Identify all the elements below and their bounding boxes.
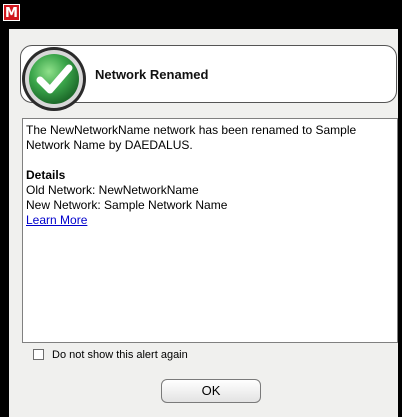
window-right-border — [398, 29, 402, 417]
details-heading: Details — [26, 168, 66, 182]
app-logo-icon: M — [3, 4, 20, 21]
new-network-line: New Network: Sample Network Name — [26, 198, 228, 212]
alert-window: M Network Renamed The NewNetworkName net… — [0, 0, 402, 417]
dont-show-label[interactable]: Do not show this alert again — [52, 348, 188, 362]
message-body: The NewNetworkName network has been rena… — [26, 123, 357, 152]
message-panel: The NewNetworkName network has been rena… — [22, 118, 398, 343]
window-left-border — [0, 29, 9, 417]
ok-button[interactable]: OK — [161, 379, 261, 403]
checkmark-success-icon — [22, 47, 86, 111]
dialog-title: Network Renamed — [95, 67, 209, 82]
learn-more-link[interactable]: Learn More — [26, 213, 87, 227]
old-network-line: Old Network: NewNetworkName — [26, 183, 199, 197]
title-bar[interactable]: M — [0, 0, 402, 29]
dont-show-checkbox[interactable] — [33, 349, 44, 360]
